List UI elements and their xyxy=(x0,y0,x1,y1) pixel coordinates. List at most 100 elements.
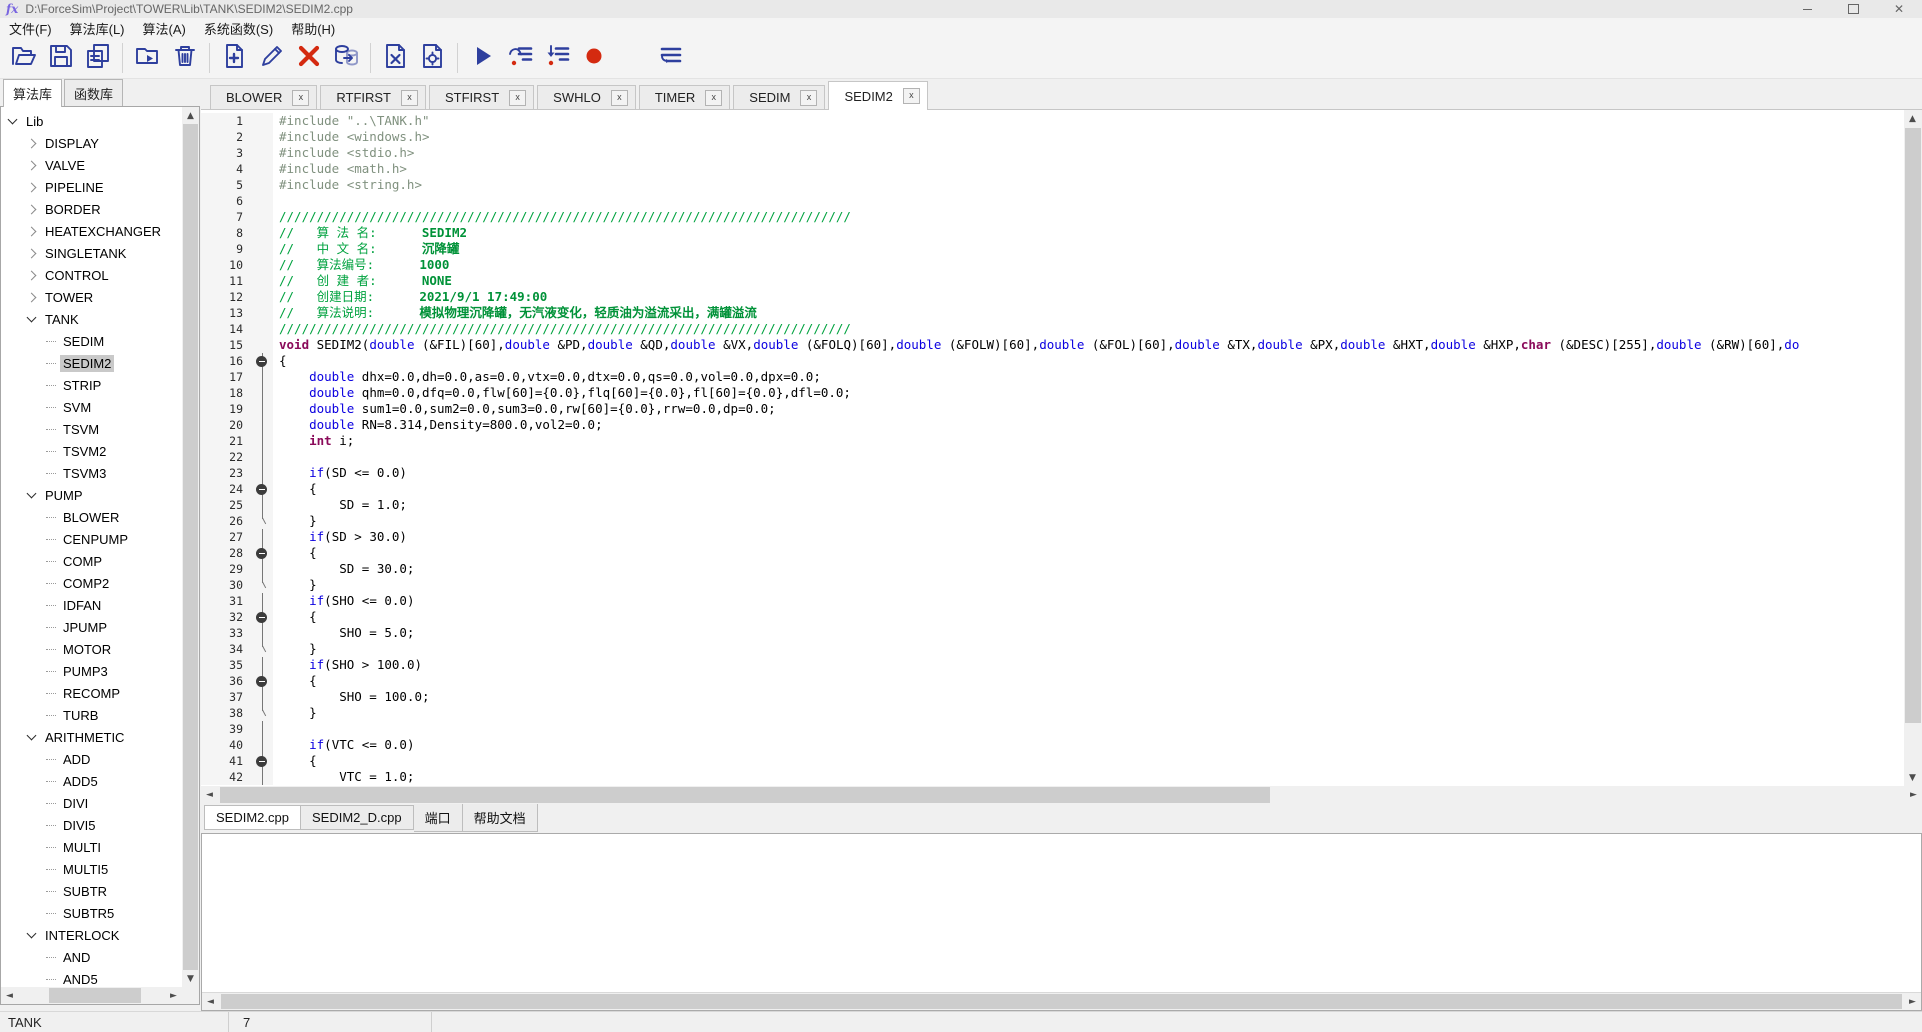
tree-item-control[interactable]: CONTROL xyxy=(1,264,182,286)
tree-item-sedim2[interactable]: SEDIM2 xyxy=(1,352,182,374)
document-tab-sedim2.cpp[interactable]: SEDIM2.cpp xyxy=(204,805,301,830)
tree-item-sedim[interactable]: SEDIM xyxy=(1,330,182,352)
toolbar-file-gear-button[interactable] xyxy=(414,41,451,75)
tree-item-comp[interactable]: COMP xyxy=(1,550,182,572)
tree-item-tsvm2[interactable]: TSVM2 xyxy=(1,440,182,462)
tree-vscroll-thumb[interactable] xyxy=(183,124,198,970)
code-editor[interactable]: 1#include "..\TANK.h"2#include <windows.… xyxy=(201,110,1904,786)
menu-item[interactable]: 系统函数(S) xyxy=(195,19,282,38)
tree-item-display[interactable]: DISPLAY xyxy=(1,132,182,154)
sidebar-tab-算法库[interactable]: 算法库 xyxy=(3,79,62,107)
tree-item-tank[interactable]: TANK xyxy=(1,308,182,330)
toolbar-file-add-button[interactable] xyxy=(216,41,253,75)
tab-close-icon[interactable]: x xyxy=(903,88,920,104)
editor-tab-swhlo[interactable]: SWHLOx xyxy=(537,85,636,109)
tree-item-heatexchanger[interactable]: HEATEXCHANGER xyxy=(1,220,182,242)
chevron-right-icon[interactable] xyxy=(27,226,37,236)
tree-item-subtr5[interactable]: SUBTR5 xyxy=(1,902,182,924)
fold-collapse-icon[interactable] xyxy=(256,484,267,495)
toolbar-database-link-button[interactable] xyxy=(327,41,364,75)
tree-item-interlock[interactable]: INTERLOCK xyxy=(1,924,182,946)
toolbar-save-button[interactable] xyxy=(42,41,79,75)
tree-item-svm[interactable]: SVM xyxy=(1,396,182,418)
scroll-up-icon[interactable]: ▲ xyxy=(1904,110,1921,127)
tree-item-comp2[interactable]: COMP2 xyxy=(1,572,182,594)
scroll-right-icon[interactable]: ► xyxy=(1904,993,1921,1010)
tree-item-lib[interactable]: Lib xyxy=(1,110,182,132)
tree-item-cenpump[interactable]: CENPUMP xyxy=(1,528,182,550)
chevron-down-icon[interactable] xyxy=(27,731,37,741)
editor-tab-sedim[interactable]: SEDIMx xyxy=(733,85,825,109)
tab-close-icon[interactable]: x xyxy=(401,90,418,106)
output-hscroll-thumb[interactable] xyxy=(221,994,1902,1009)
fold-margin[interactable] xyxy=(253,481,273,497)
scroll-down-icon[interactable]: ▼ xyxy=(182,970,199,987)
fold-margin[interactable] xyxy=(253,545,273,561)
scroll-left-icon[interactable]: ◄ xyxy=(201,786,218,803)
chevron-right-icon[interactable] xyxy=(27,270,37,280)
tree-item-multi5[interactable]: MULTI5 xyxy=(1,858,182,880)
fold-margin[interactable] xyxy=(253,673,273,689)
fold-collapse-icon[interactable] xyxy=(256,612,267,623)
scroll-right-icon[interactable]: ► xyxy=(165,987,182,1004)
editor-vscroll-thumb[interactable] xyxy=(1905,128,1921,723)
chevron-down-icon[interactable] xyxy=(27,313,37,323)
toolbar-pencil-button[interactable] xyxy=(253,41,290,75)
toolbar-delete-x-button[interactable] xyxy=(290,41,327,75)
document-tab-端口[interactable]: 端口 xyxy=(414,803,463,832)
tree-item-motor[interactable]: MOTOR xyxy=(1,638,182,660)
fold-margin[interactable] xyxy=(253,609,273,625)
tree-item-blower[interactable]: BLOWER xyxy=(1,506,182,528)
fold-collapse-icon[interactable] xyxy=(256,676,267,687)
chevron-down-icon[interactable] xyxy=(27,489,37,499)
editor-tab-timer[interactable]: TIMERx xyxy=(639,85,730,109)
tree-item-recomp[interactable]: RECOMP xyxy=(1,682,182,704)
tree-item-multi[interactable]: MULTI xyxy=(1,836,182,858)
chevron-right-icon[interactable] xyxy=(27,138,37,148)
editor-tab-blower[interactable]: BLOWERx xyxy=(210,85,317,109)
toolbar-run-flow-button[interactable] xyxy=(652,41,689,75)
chevron-right-icon[interactable] xyxy=(27,182,37,192)
maximize-button[interactable] xyxy=(1830,0,1876,18)
tree-item-arithmetic[interactable]: ARITHMETIC xyxy=(1,726,182,748)
tree-horizontal-scrollbar[interactable]: ◄ ► xyxy=(1,987,182,1004)
tab-close-icon[interactable]: x xyxy=(292,90,309,106)
toolbar-folder-export-button[interactable] xyxy=(129,41,166,75)
tree-vertical-scrollbar[interactable]: ▲ ▼ xyxy=(182,107,199,987)
toolbar-trash-button[interactable] xyxy=(166,41,203,75)
tree-item-singletank[interactable]: SINGLETANK xyxy=(1,242,182,264)
chevron-right-icon[interactable] xyxy=(27,248,37,258)
output-horizontal-scrollbar[interactable]: ◄ ► xyxy=(202,992,1921,1010)
editor-tab-sedim2[interactable]: SEDIM2x xyxy=(828,81,927,110)
tree-item-idfan[interactable]: IDFAN xyxy=(1,594,182,616)
minimize-button[interactable] xyxy=(1784,0,1830,18)
tab-close-icon[interactable]: x xyxy=(800,90,817,106)
tree-hscroll-thumb[interactable] xyxy=(49,988,141,1003)
tree-item-tower[interactable]: TOWER xyxy=(1,286,182,308)
tree-item-tsvm3[interactable]: TSVM3 xyxy=(1,462,182,484)
output-content[interactable] xyxy=(202,834,1921,992)
toolbar-run-button[interactable] xyxy=(464,41,501,75)
fold-margin[interactable] xyxy=(253,753,273,769)
tab-close-icon[interactable]: x xyxy=(509,90,526,106)
tree-item-divi[interactable]: DIVI xyxy=(1,792,182,814)
fold-margin[interactable] xyxy=(253,353,273,369)
toolbar-save-all-button[interactable] xyxy=(79,41,116,75)
fold-collapse-icon[interactable] xyxy=(256,756,267,767)
tree-item-and5[interactable]: AND5 xyxy=(1,968,182,987)
tree-item-pipeline[interactable]: PIPELINE xyxy=(1,176,182,198)
tab-close-icon[interactable]: x xyxy=(611,90,628,106)
chevron-down-icon[interactable] xyxy=(8,115,18,125)
document-tab-帮助文档[interactable]: 帮助文档 xyxy=(463,803,538,832)
scroll-left-icon[interactable]: ◄ xyxy=(1,987,18,1004)
tree-item-and[interactable]: AND xyxy=(1,946,182,968)
tree-item-divi5[interactable]: DIVI5 xyxy=(1,814,182,836)
scroll-down-icon[interactable]: ▼ xyxy=(1904,769,1921,786)
close-button[interactable]: ✕ xyxy=(1876,0,1922,18)
tab-close-icon[interactable]: x xyxy=(705,90,722,106)
tree-item-jpump[interactable]: JPUMP xyxy=(1,616,182,638)
chevron-right-icon[interactable] xyxy=(27,160,37,170)
menu-item[interactable]: 算法(A) xyxy=(134,19,195,38)
tree-item-add5[interactable]: ADD5 xyxy=(1,770,182,792)
editor-vertical-scrollbar[interactable]: ▲ ▼ xyxy=(1904,110,1922,786)
